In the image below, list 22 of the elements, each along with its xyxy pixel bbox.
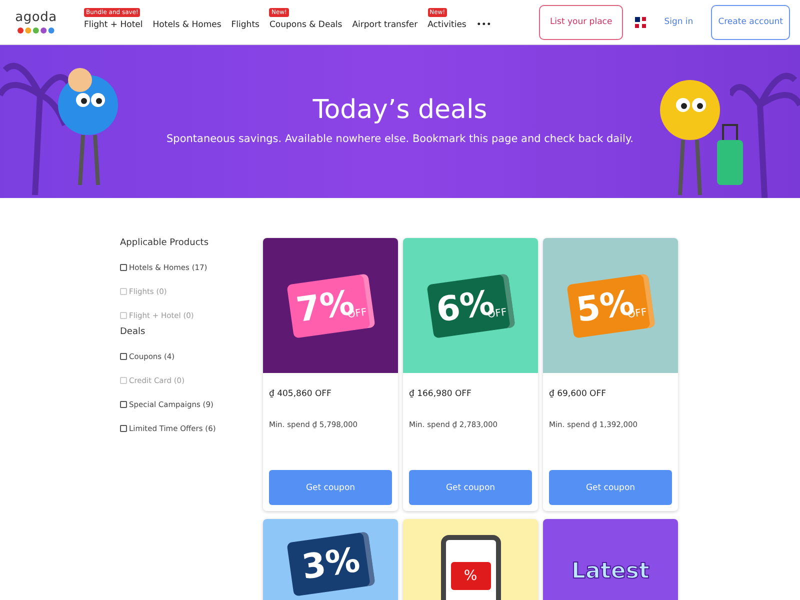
discount-amount: ₫ 405,860 OFF bbox=[268, 388, 332, 399]
list-your-place-button[interactable]: List your place bbox=[538, 4, 624, 40]
nav-link[interactable]: Flight + Hotel bbox=[84, 20, 143, 30]
percent-ticket: % bbox=[450, 562, 490, 590]
nav-link[interactable]: Activities bbox=[428, 20, 466, 30]
nav-link[interactable]: Airport transfer bbox=[352, 20, 418, 30]
discount-amount: ₫ 69,600 OFF bbox=[548, 388, 608, 399]
nav-link[interactable]: Hotels & Homes bbox=[152, 20, 222, 30]
agoda-logo[interactable]: agoda bbox=[16, 10, 56, 34]
sign-in-button[interactable]: Sign in bbox=[658, 16, 700, 28]
nav-link[interactable]: Coupons & Deals bbox=[269, 20, 342, 30]
nav-link[interactable]: Flights bbox=[231, 20, 260, 30]
hero-title: Today’s deals bbox=[312, 95, 488, 125]
discount-amount: ₫ 166,980 OFF bbox=[408, 388, 472, 399]
filter-heading: Applicable Products bbox=[120, 238, 210, 248]
nav-link[interactable]: ••• bbox=[476, 20, 492, 30]
filter-heading: Deals bbox=[120, 327, 146, 337]
discount-ticket: 3% bbox=[286, 532, 375, 596]
create-account-button[interactable]: Create account bbox=[711, 4, 790, 40]
flag-icon[interactable] bbox=[635, 16, 646, 28]
latest-label: Latest bbox=[572, 559, 650, 584]
hero-subtitle: Spontaneous savings. Available nowhere else. Bookmark this page and check back daily. bbox=[166, 133, 634, 145]
